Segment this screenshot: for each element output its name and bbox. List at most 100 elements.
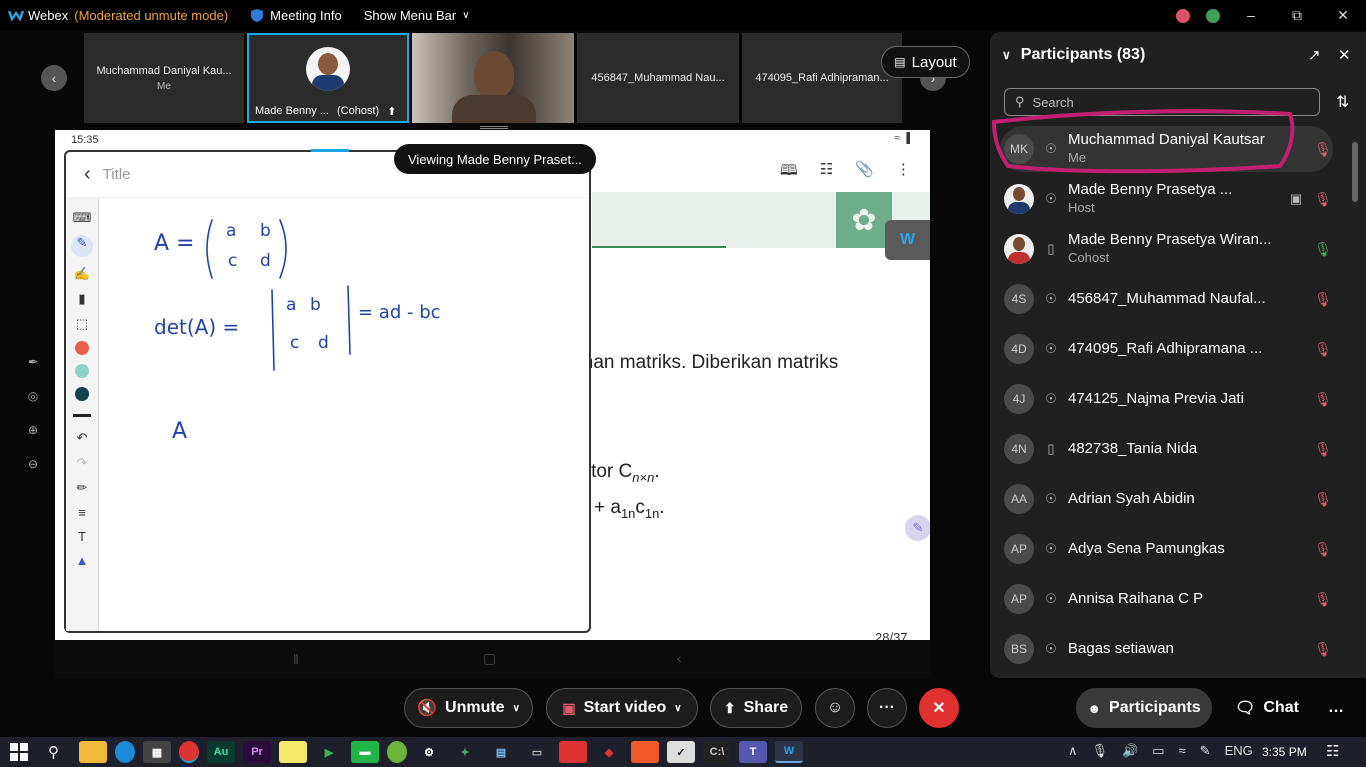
mic-off-icon[interactable]: 🎙 (1313, 291, 1333, 308)
participant-row[interactable]: 4S ☉ 456847_Muhammad Naufal... 🎙 (1000, 276, 1333, 322)
participant-row[interactable]: AP ☉ Adya Sena Pamungkas 🎙 (1000, 526, 1333, 572)
premiere-icon[interactable]: Pr (243, 741, 271, 763)
participants-tab-button[interactable]: ☻ Participants (1076, 688, 1212, 728)
restore-icon[interactable]: ⧉ (1274, 7, 1320, 24)
pdf-reader-icon[interactable] (631, 741, 659, 763)
grid-app-icon[interactable] (559, 741, 587, 763)
share-button[interactable]: ⬆ Share (710, 688, 802, 728)
webex-taskbar-icon[interactable]: W (775, 741, 803, 763)
video-tile-participant[interactable]: 474095_Rafi Adhipraman... (742, 33, 902, 123)
chevron-up-icon[interactable]: ∧ (1068, 743, 1078, 759)
lasso-icon[interactable]: ⬚ (76, 316, 88, 332)
layout-button[interactable]: ▤ Layout (881, 46, 970, 78)
app-icon[interactable]: ✦ (451, 741, 479, 763)
scrollbar[interactable] (1352, 142, 1358, 202)
participant-row[interactable]: 4D ☉ 474095_Rafi Adhipramana ... 🎙 (1000, 326, 1333, 372)
note-app[interactable]: ‹ Title ⌨ ✎ ✍ ▮ ⬚ ↶ ↷ ✏ ≡ T ▲ A = a b c … (64, 149, 591, 633)
mic-off-icon[interactable]: 🎙 (1313, 641, 1333, 658)
webex-overlay-icon[interactable]: W (885, 220, 930, 260)
pen-icon[interactable]: ✎ (71, 235, 93, 257)
teams-icon[interactable]: T (739, 741, 767, 763)
participant-row[interactable]: ▯ Made Benny Prasetya Wiran... Cohost 🎙 (1000, 226, 1333, 272)
more-vertical-icon[interactable]: ⋮ (896, 160, 911, 185)
language-label[interactable]: ENG (1225, 743, 1253, 759)
screen-icon[interactable]: ▤ (487, 741, 515, 763)
minimize-icon[interactable]: – (1228, 7, 1274, 23)
wifi-icon[interactable]: ≈ (1179, 743, 1186, 759)
notes-icon[interactable] (279, 741, 307, 763)
participant-row[interactable]: 4J ☉ 474125_Najma Previa Jati 🎙 (1000, 376, 1333, 422)
store-icon[interactable]: ▦ (143, 741, 171, 763)
mic-off-icon[interactable]: 🎙 (1313, 541, 1333, 558)
terminal-icon[interactable]: C:\ (703, 741, 731, 763)
chevron-down-icon[interactable]: ∨ (1002, 48, 1011, 62)
pdf-icon[interactable]: ◆ (595, 741, 623, 763)
pen-tray-icon[interactable]: ✎ (1200, 743, 1211, 759)
pen-floating-icon[interactable]: ✎ (905, 515, 930, 541)
volume-icon[interactable]: 🔊 (1122, 743, 1138, 759)
meeting-info-button[interactable]: Meeting Info (250, 8, 342, 23)
color-swatch-red[interactable] (75, 341, 89, 355)
participant-row[interactable]: AP ☉ Annisa Raihana C P 🎙 (1000, 576, 1333, 622)
highlighter-icon[interactable]: ✍ (74, 266, 90, 282)
format-icon[interactable]: ≡ (78, 505, 86, 520)
popout-icon[interactable]: ↗ (1308, 46, 1321, 64)
drag-handle[interactable] (480, 126, 508, 129)
start-video-button[interactable]: ▣ Start video ∨ (546, 688, 698, 728)
participant-row[interactable]: ☉ Made Benny Prasetya ... Host ▣ 🎙 (1000, 176, 1333, 222)
clock[interactable]: 3:35 PM (1262, 745, 1307, 759)
chat-button[interactable]: 🗨 Chat (1226, 688, 1308, 728)
leave-button[interactable]: ✕ (919, 688, 959, 728)
participant-row[interactable]: 4N ▯ 482738_Tania Nida 🎙 (1000, 426, 1333, 472)
handwriting-icon[interactable]: ✒ (26, 345, 40, 379)
mic-off-icon[interactable]: 🎙 (1313, 491, 1333, 508)
note-icon[interactable]: ☷ (820, 160, 833, 185)
eraser-icon[interactable]: ▮ (78, 291, 85, 307)
pen-settings-icon[interactable]: ✏ (77, 480, 88, 496)
mic-on-icon[interactable]: 🎙 (1313, 241, 1333, 258)
video-tile-cohost[interactable]: Made Benny ... (Cohost) ⬆ (247, 33, 409, 123)
more-options-button[interactable]: ··· (867, 688, 907, 728)
show-menu-bar-button[interactable]: Show Menu Bar ∨ (364, 8, 470, 23)
color-swatch-navy[interactable] (75, 387, 89, 401)
mic-off-icon[interactable]: 🎙 (1313, 591, 1333, 608)
play-icon[interactable]: ▶ (315, 741, 343, 763)
redo-icon[interactable]: ↷ (77, 455, 88, 471)
keyboard-icon[interactable]: ⌨ (73, 210, 92, 226)
book-icon[interactable]: 🕮 (780, 160, 798, 185)
mic-off-icon[interactable]: 🎙 (1313, 441, 1333, 458)
mic-off-icon[interactable]: 🎙 (1313, 141, 1333, 158)
search-icon[interactable]: ⚲ (48, 743, 59, 761)
audition-icon[interactable]: Au (207, 741, 235, 763)
mic-off-icon[interactable]: 🎙 (1313, 191, 1333, 208)
zoom-out-icon[interactable]: ⊖ (26, 447, 40, 481)
close-panel-icon[interactable]: ✕ (1338, 46, 1351, 64)
undo-icon[interactable]: ↶ (77, 430, 88, 446)
back-icon[interactable]: ‹ (84, 163, 91, 186)
stroke-width-icon[interactable] (73, 414, 91, 417)
line-icon[interactable]: ▬ (351, 741, 379, 763)
text-icon[interactable]: T (78, 529, 86, 544)
close-icon[interactable]: ✕ (1320, 7, 1366, 24)
color-swatch-teal[interactable] (75, 364, 89, 378)
notification-badge-icon[interactable] (1168, 7, 1198, 24)
upwork-icon[interactable] (387, 741, 407, 763)
monitor-icon[interactable]: ▭ (523, 741, 551, 763)
mic-icon[interactable]: 🎙 (1092, 743, 1109, 759)
windows-start-icon[interactable] (10, 743, 28, 761)
edge-icon[interactable] (115, 741, 135, 763)
participant-row[interactable]: AA ☉ Adrian Syah Abidin 🎙 (1000, 476, 1333, 522)
mic-off-icon[interactable]: 🎙 (1313, 391, 1333, 408)
attach-icon[interactable]: 📎 (855, 160, 874, 185)
note-title-field[interactable]: Title (103, 166, 131, 183)
file-explorer-icon[interactable] (79, 741, 107, 763)
vm-icon[interactable]: ✓ (667, 741, 695, 763)
strip-prev-button[interactable]: ‹ (41, 65, 67, 91)
battery-icon[interactable]: ▭ (1152, 743, 1164, 759)
sort-icon[interactable]: ⇅ (1336, 92, 1349, 112)
unmute-button[interactable]: 🔇 Unmute ∨ (404, 688, 533, 728)
video-tile-participant[interactable]: 456847_Muhammad Nau... (577, 33, 739, 123)
mic-off-icon[interactable]: 🎙 (1313, 341, 1333, 358)
zoom-in-icon[interactable]: ⊕ (26, 413, 40, 447)
panel-more-button[interactable]: … (1322, 688, 1350, 728)
